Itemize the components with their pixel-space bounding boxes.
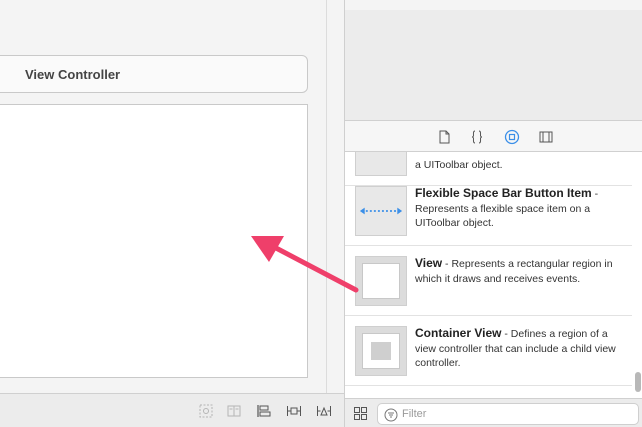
library-item-description: - Represents a rectangular region in whi…	[415, 258, 613, 285]
inspector-pane	[345, 10, 642, 120]
resolve-issues-icon[interactable]	[316, 403, 332, 419]
canvas-divider	[326, 0, 327, 393]
library-item[interactable]: View - Represents a rectangular region i…	[345, 246, 632, 316]
canvas-bottom-toolbar	[0, 393, 344, 427]
flexible-space-icon	[359, 207, 403, 215]
library-item-title: Flexible Space Bar Button Item	[415, 186, 592, 200]
pin-icon[interactable]	[286, 403, 302, 419]
filter-input[interactable]	[402, 406, 632, 422]
grid-view-toggle[interactable]	[353, 406, 368, 421]
object-library-tab[interactable]	[504, 129, 520, 145]
file-icon	[439, 130, 450, 144]
media-library-icon	[539, 131, 553, 143]
library-item[interactable]: Container View - Defines a region of a v…	[345, 316, 632, 386]
library-item[interactable]: Flexible Space Bar Button Item - Represe…	[345, 176, 632, 246]
library-item-description: a UIToolbar object.	[415, 159, 503, 171]
view-controller-view[interactable]	[0, 104, 308, 378]
library-item-title: View	[415, 256, 443, 270]
media-library-tab[interactable]	[538, 129, 554, 145]
view-thumb-inner	[362, 263, 400, 299]
grid-icon	[354, 407, 367, 420]
container-view-thumb-inner	[371, 342, 391, 360]
scene-title: View Controller	[25, 67, 121, 82]
storyboard-canvas[interactable]: View Controller	[0, 0, 330, 427]
object-library-icon	[504, 129, 520, 145]
filter-field[interactable]	[377, 403, 639, 425]
library-tab-bar	[345, 120, 642, 152]
filter-icon	[384, 408, 398, 422]
embed-in-stack-icon[interactable]	[226, 403, 242, 419]
code-snippet-library-tab[interactable]	[469, 129, 485, 145]
utilities-area: a UIToolbar object. Flexible Space Bar B…	[344, 0, 642, 427]
braces-icon	[471, 130, 483, 144]
object-library-list[interactable]: a UIToolbar object. Flexible Space Bar B…	[345, 152, 642, 398]
toolbar-item-thumb	[355, 152, 407, 176]
container-view-thumb	[355, 326, 407, 376]
view-thumb	[355, 256, 407, 306]
zoom-fit-icon[interactable]	[198, 403, 214, 419]
library-scrollbar[interactable]	[635, 372, 641, 392]
flexible-space-thumb	[355, 186, 407, 236]
library-filter-bar	[345, 398, 642, 427]
scene-title-bar[interactable]: View Controller	[0, 55, 308, 93]
align-icon[interactable]	[256, 403, 272, 419]
library-item-title: Container View	[415, 326, 502, 340]
file-template-library-tab[interactable]	[436, 129, 452, 145]
